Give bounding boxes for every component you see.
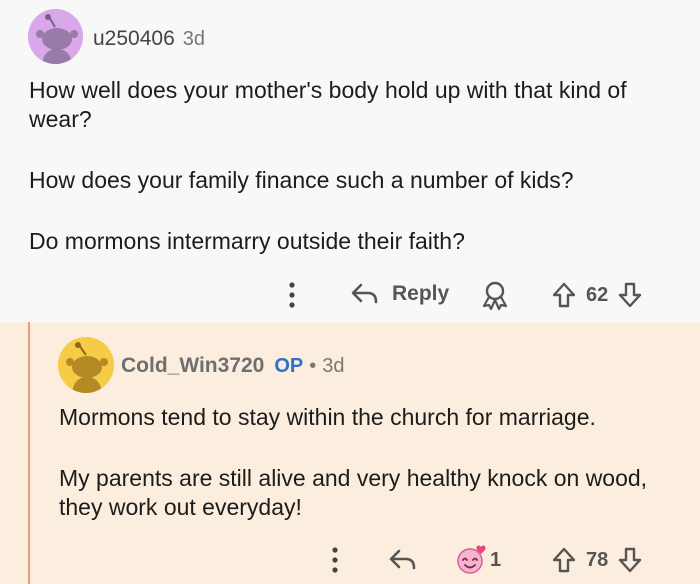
separator: • — [309, 355, 317, 377]
more-vertical-icon — [332, 547, 338, 573]
timestamp: 3d — [322, 355, 345, 377]
comment-paragraph: Mormons tend to stay within the church f… — [59, 404, 596, 430]
wholesome-award-icon — [457, 545, 486, 574]
award-button[interactable]: 1 — [455, 545, 501, 575]
reply-label: Reply — [392, 282, 450, 305]
comment-parent: u250406 3d How well does your mother's b… — [0, 0, 700, 322]
upvote-arrow-icon[interactable] — [551, 546, 577, 574]
avatar[interactable] — [28, 9, 83, 64]
award-button[interactable] — [480, 280, 510, 310]
comment-paragraph: How does your family finance such a numb… — [29, 167, 574, 193]
op-badge: OP — [274, 355, 304, 377]
more-options-button[interactable] — [330, 546, 340, 574]
reply-button[interactable]: Reply — [350, 281, 449, 307]
vote-controls: 78 — [551, 546, 643, 574]
comment-paragraph: My parents are still alive and very heal… — [59, 465, 648, 520]
timestamp: 3d — [182, 28, 206, 50]
more-vertical-icon — [289, 282, 295, 308]
reply-button[interactable] — [388, 547, 418, 573]
vote-controls: 62 — [551, 281, 643, 309]
more-options-button[interactable] — [287, 281, 297, 309]
upvote-arrow-icon[interactable] — [551, 281, 577, 309]
snoo-avatar-icon — [28, 9, 83, 64]
award-icon — [482, 281, 508, 310]
score: 78 — [586, 548, 609, 571]
comment-paragraph: How well does your mother's body hold up… — [29, 77, 627, 132]
downvote-arrow-icon[interactable] — [617, 546, 643, 574]
score: 62 — [586, 283, 609, 306]
reply-arrow-icon — [389, 549, 416, 570]
downvote-arrow-icon[interactable] — [617, 281, 643, 309]
comment-paragraph: Do mormons intermarry outside their fait… — [29, 228, 465, 254]
snoo-avatar-icon — [58, 337, 114, 393]
avatar[interactable] — [58, 337, 114, 393]
award-count: 1 — [490, 548, 502, 571]
thread-line[interactable] — [28, 322, 30, 584]
username[interactable]: u250406 — [93, 27, 175, 51]
username[interactable]: Cold_Win3720 — [121, 354, 264, 378]
reply-arrow-icon — [351, 283, 378, 304]
